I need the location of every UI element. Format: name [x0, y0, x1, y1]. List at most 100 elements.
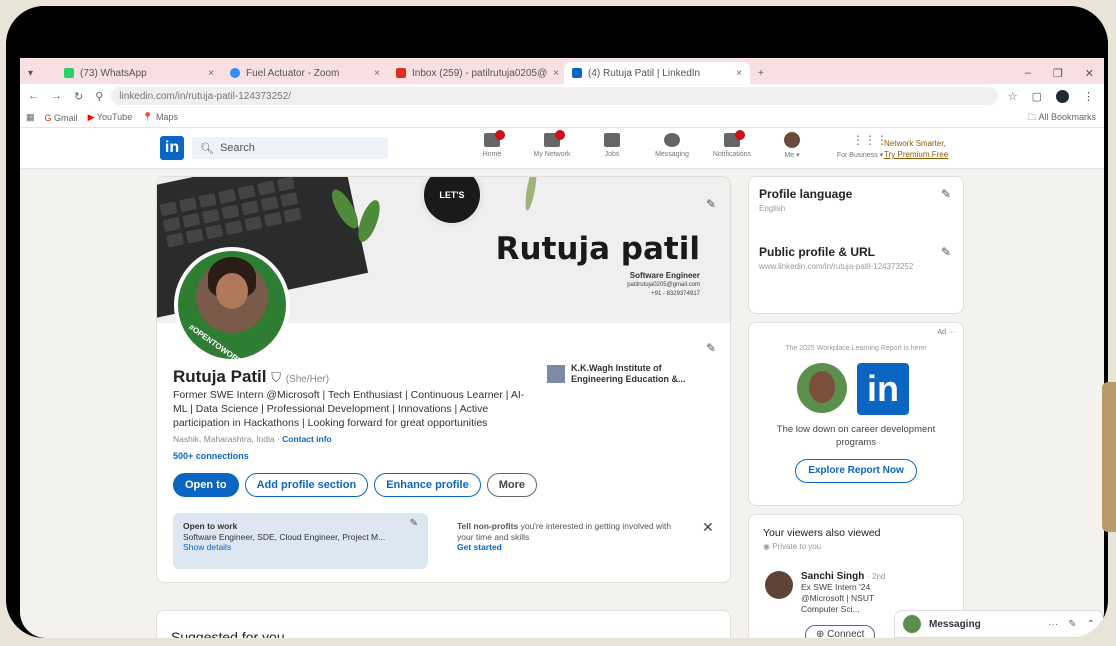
- close-tab-icon[interactable]: ×: [208, 68, 214, 79]
- profile-settings-card: Profile language English ✎ Public profil…: [748, 176, 964, 314]
- avatar: [765, 571, 793, 599]
- education-link[interactable]: K.K.Wagh Institute of Engineering Educat…: [547, 363, 707, 385]
- edit-language-pencil-icon[interactable]: ✎: [941, 187, 951, 201]
- notification-badge: [495, 130, 505, 140]
- connections-link[interactable]: 500+ connections: [173, 451, 249, 461]
- profile-avatar-icon[interactable]: [1056, 89, 1069, 103]
- site-info-icon[interactable]: ⚲: [95, 90, 103, 103]
- menu-kebab-icon[interactable]: ⋮: [1083, 90, 1094, 103]
- tab-linkedin[interactable]: (4) Rutuja Patil | LinkedIn ×: [564, 62, 750, 84]
- messaging-label: Messaging: [929, 618, 981, 630]
- edit-url-pencil-icon[interactable]: ✎: [941, 245, 951, 259]
- nav-label: Notifications: [712, 151, 752, 158]
- profile-name: Rutuja Patil: [173, 367, 267, 386]
- bookmark-label: YouTube: [96, 112, 133, 122]
- messaging-bar[interactable]: Messaging ··· ✎ ⌃: [894, 610, 1104, 638]
- forward-icon[interactable]: →: [51, 90, 62, 103]
- dismiss-close-icon[interactable]: ✕: [702, 519, 714, 536]
- open-to-work-title: Open to work: [183, 521, 238, 531]
- premium-link[interactable]: Network Smarter, Try Premium Free: [884, 138, 948, 160]
- nav-messaging[interactable]: Messaging: [650, 131, 694, 159]
- minimize-icon[interactable]: –: [1025, 67, 1031, 79]
- profile-headline: Former SWE Intern @Microsoft | Tech Enth…: [173, 389, 525, 429]
- nav-notifications[interactable]: Notifications: [710, 130, 754, 159]
- add-person-icon: ⊕: [816, 629, 825, 638]
- google-icon: G: [44, 112, 52, 123]
- window-controls: – ❐ ✕: [1025, 62, 1104, 84]
- show-details-link[interactable]: Show details: [183, 542, 231, 552]
- bookmark-maps[interactable]: 📍 Maps: [142, 112, 178, 123]
- edit-intro-pencil-icon[interactable]: ✎: [706, 341, 716, 355]
- all-bookmarks[interactable]: 🗀 All Bookmarks: [1027, 110, 1096, 126]
- banner-title: Software Engineer: [629, 271, 700, 280]
- browser-window: ▾ (73) WhatsApp × Fuel Actuator - Zoom ×…: [20, 58, 1104, 638]
- profile-language-title: Profile language: [759, 187, 853, 201]
- ad-label[interactable]: Ad ···: [938, 329, 956, 336]
- open-to-work-roles: Software Engineer, SDE, Cloud Engineer, …: [183, 531, 386, 542]
- add-profile-section-button[interactable]: Add profile section: [244, 473, 369, 497]
- nav-for-business[interactable]: ⋮⋮⋮ For Business ▾: [830, 131, 890, 159]
- tab-label: (4) Rutuja Patil | LinkedIn: [588, 67, 701, 79]
- grid-icon: ⋮⋮⋮: [852, 133, 888, 147]
- new-tab-button[interactable]: +: [750, 62, 772, 84]
- viewers-title: Your viewers also viewed: [763, 527, 881, 539]
- tab-label: (73) WhatsApp: [80, 67, 147, 79]
- public-profile-url: www.linkedin.com/in/rutuja-patil-1243732…: [759, 262, 914, 271]
- suggested-title: Suggested for you: [171, 629, 285, 638]
- linkedin-logo[interactable]: in: [160, 136, 184, 160]
- search-input[interactable]: 🔍︎ Search: [192, 137, 388, 159]
- edit-banner-pencil-icon[interactable]: ✎: [706, 197, 716, 211]
- reload-icon[interactable]: ↻: [74, 90, 83, 103]
- nav-home[interactable]: Home: [470, 130, 514, 159]
- explore-report-button[interactable]: Explore Report Now: [795, 459, 917, 483]
- edit-open-to-work-pencil-icon[interactable]: ✎: [410, 518, 418, 530]
- private-label: Private to you: [772, 542, 822, 551]
- extensions-icon[interactable]: ▢: [1032, 90, 1042, 103]
- more-icon[interactable]: ···: [1048, 619, 1058, 630]
- chevron-up-icon[interactable]: ⌃: [1087, 619, 1095, 630]
- linkedin-header: in 🔍︎ Search Home My Network Jobs Messag…: [20, 128, 1104, 169]
- get-started-link[interactable]: Get started: [457, 542, 502, 552]
- profile-photo[interactable]: #OPENTOWORK: [174, 247, 290, 363]
- device-frame: ▾ (73) WhatsApp × Fuel Actuator - Zoom ×…: [6, 6, 1108, 638]
- bookmark-youtube[interactable]: ▶ YouTube: [88, 112, 133, 123]
- nav-label: Messaging: [655, 151, 689, 158]
- nav-me[interactable]: Me ▾: [770, 131, 814, 159]
- public-profile-title: Public profile & URL: [759, 245, 876, 259]
- url-input[interactable]: linkedin.com/in/rutuja-patil-124373252/: [111, 87, 998, 105]
- restore-icon[interactable]: ❐: [1053, 67, 1063, 80]
- bookmark-star-icon[interactable]: ☆: [1008, 90, 1018, 103]
- back-icon[interactable]: ←: [28, 90, 39, 103]
- enhance-profile-button[interactable]: Enhance profile: [374, 473, 481, 497]
- search-placeholder: Search: [219, 142, 255, 154]
- verified-shield-icon[interactable]: ⛉: [271, 370, 281, 385]
- tab-gmail[interactable]: Inbox (259) - patilrutuja0205@ ×: [388, 62, 564, 84]
- gmail-icon: [396, 68, 406, 78]
- banner-name: Rutuja patil: [495, 231, 700, 267]
- school-logo-icon: [547, 365, 565, 383]
- tab-whatsapp[interactable]: (73) WhatsApp ×: [56, 62, 222, 84]
- contact-info-link[interactable]: Contact info: [282, 434, 332, 444]
- close-tab-icon[interactable]: ×: [553, 68, 559, 79]
- tab-search-icon[interactable]: ▾: [20, 62, 56, 84]
- nav-label: Jobs: [604, 151, 620, 158]
- public-profile-section: Public profile & URL www.linkedin.com/in…: [759, 245, 919, 272]
- coffee-cup: LET'S: [420, 177, 484, 227]
- apps-grid-icon[interactable]: ▦: [26, 112, 35, 123]
- nav-jobs[interactable]: Jobs: [590, 131, 634, 159]
- private-row: ◉ Private to you: [763, 542, 881, 552]
- nav-my-network[interactable]: My Network: [530, 130, 574, 159]
- viewer-item[interactable]: Sanchi Singh · 2nd Ex SWE Intern '24 @Mi…: [765, 571, 911, 615]
- open-to-button[interactable]: Open to: [173, 473, 239, 497]
- profile-actions: Open to Add profile section Enhance prof…: [173, 473, 537, 497]
- close-tab-icon[interactable]: ×: [374, 68, 380, 79]
- more-button[interactable]: More: [486, 473, 537, 497]
- close-window-icon[interactable]: ✕: [1085, 67, 1094, 80]
- ad-heading: The 2025 Workplace Learning Report is he…: [785, 345, 927, 352]
- bookmark-gmail[interactable]: G Gmail: [45, 113, 78, 123]
- connect-button[interactable]: ⊕ Connect: [805, 625, 876, 638]
- close-tab-icon[interactable]: ×: [736, 68, 742, 79]
- tab-zoom[interactable]: Fuel Actuator - Zoom ×: [222, 62, 388, 84]
- profile-language-value: English: [759, 204, 786, 213]
- compose-icon[interactable]: ✎: [1068, 619, 1076, 630]
